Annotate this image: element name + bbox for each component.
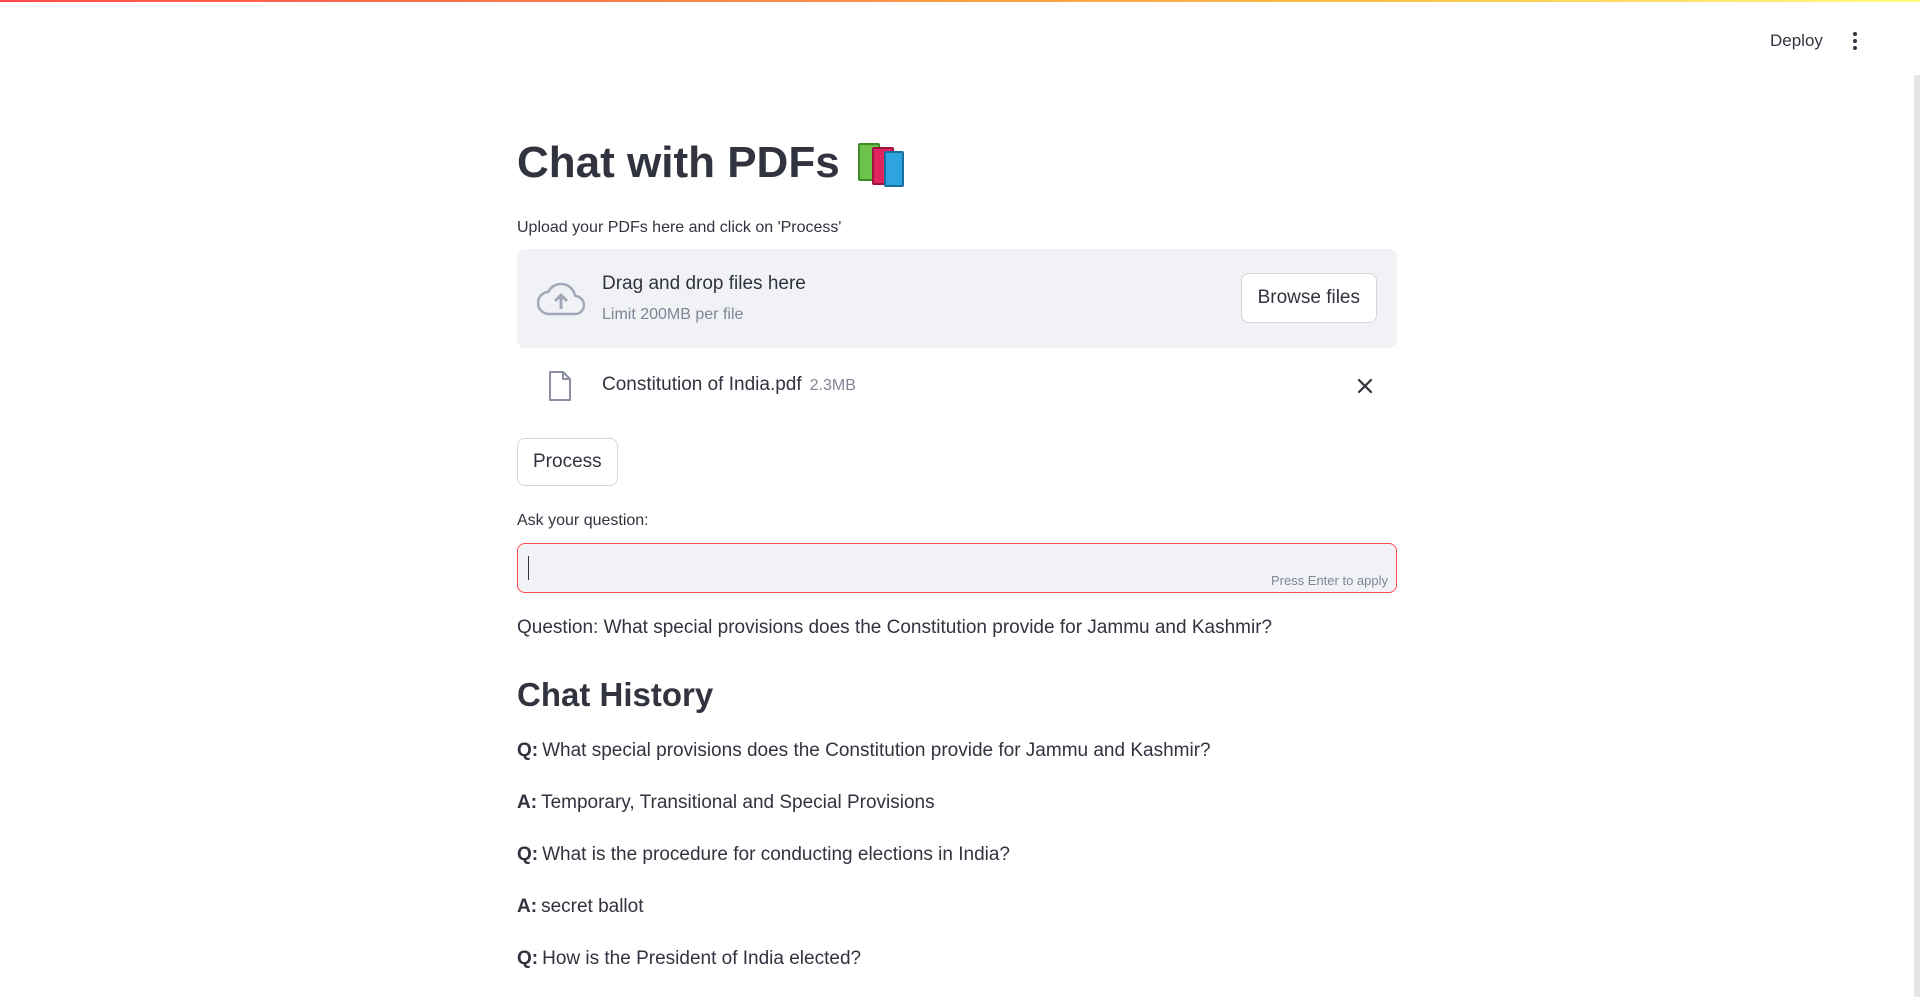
question-input[interactable] xyxy=(528,554,1232,584)
file-dropzone[interactable]: Drag and drop files here Limit 200MB per… xyxy=(517,249,1397,348)
ask-question-label: Ask your question: xyxy=(517,512,649,529)
browse-files-button[interactable]: Browse files xyxy=(1240,273,1377,323)
process-button[interactable]: Process xyxy=(517,438,618,486)
books-icon xyxy=(856,141,904,187)
page-title: Chat with PDFs xyxy=(517,138,904,188)
history-item: A: secret ballot xyxy=(517,896,644,918)
dropzone-title: Drag and drop files here xyxy=(602,273,806,294)
history-text: How is the President of India elected? xyxy=(542,948,862,969)
history-prefix: Q: xyxy=(517,740,539,761)
cloud-upload-icon xyxy=(537,282,585,316)
history-item: A: Temporary, Transitional and Special Pr… xyxy=(517,792,935,814)
upload-label: Upload your PDFs here and click on 'Proc… xyxy=(517,219,842,236)
app-header: Deploy xyxy=(0,0,1920,90)
history-item: Q: How is the President of India elected? xyxy=(517,948,861,970)
history-text: secret ballot xyxy=(541,896,644,917)
question-input-wrapper: Press Enter to apply xyxy=(517,543,1397,593)
chat-history-heading: Chat History xyxy=(517,676,714,713)
text-caret xyxy=(528,556,529,580)
history-item: Q: What special provisions does the Const… xyxy=(517,740,1211,762)
history-text: What special provisions does the Constit… xyxy=(542,740,1211,761)
history-text: What is the procedure for conducting ele… xyxy=(542,844,1010,865)
history-item: Q: What is the procedure for conducting e… xyxy=(517,844,1010,866)
file-icon xyxy=(549,371,571,401)
main-menu-icon[interactable] xyxy=(1847,28,1863,54)
page-title-text: Chat with PDFs xyxy=(517,138,840,187)
current-question: Question: What special provisions does t… xyxy=(517,617,1273,638)
history-prefix: Q: xyxy=(517,844,539,865)
input-hint: Press Enter to apply xyxy=(1270,573,1388,588)
deploy-button[interactable]: Deploy xyxy=(1770,31,1823,51)
file-name: Constitution of India.pdf 2.3MB xyxy=(602,374,856,396)
history-prefix: Q: xyxy=(517,948,539,969)
uploaded-file-row: Constitution of India.pdf 2.3MB xyxy=(517,366,1397,406)
scrollbar[interactable] xyxy=(1914,75,1920,997)
history-text: Temporary, Transitional and Special Prov… xyxy=(541,792,935,813)
remove-file-icon[interactable] xyxy=(1353,374,1377,398)
header-actions: Deploy xyxy=(1770,28,1863,54)
history-prefix: A: xyxy=(517,792,538,813)
file-name-text: Constitution of India.pdf xyxy=(602,374,802,395)
history-prefix: A: xyxy=(517,896,538,917)
file-size: 2.3MB xyxy=(809,377,856,394)
dropzone-limit: Limit 200MB per file xyxy=(602,306,744,323)
